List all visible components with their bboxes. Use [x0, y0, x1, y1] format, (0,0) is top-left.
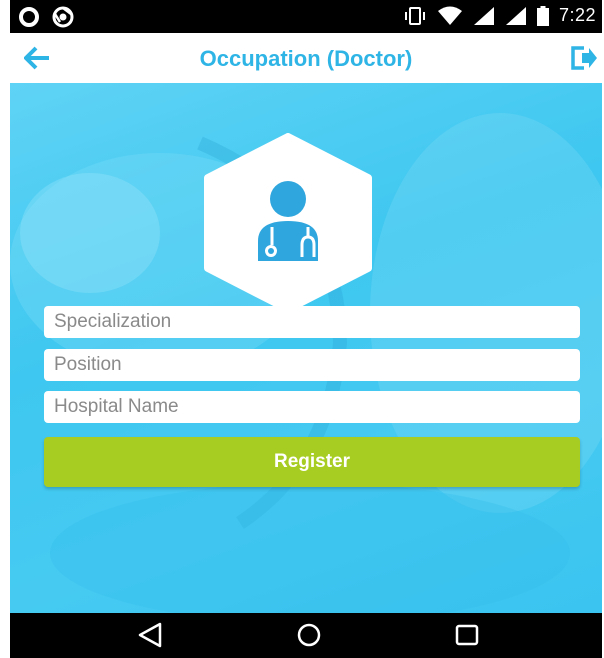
- chrome-icon: [52, 6, 74, 28]
- battery-icon: [536, 5, 549, 26]
- position-input[interactable]: [44, 349, 580, 381]
- navigation-bar: [10, 613, 602, 658]
- app-bar: Occupation (Doctor): [10, 33, 602, 83]
- doctor-badge: [204, 133, 372, 313]
- status-bar: 7:22: [10, 0, 602, 33]
- signal-icon: [473, 6, 494, 25]
- notification-ring-icon: [19, 7, 39, 27]
- logout-icon: [571, 46, 597, 70]
- specialization-input[interactable]: [44, 306, 580, 338]
- vibrate-icon: [404, 6, 425, 25]
- logout-button[interactable]: [570, 45, 598, 71]
- signal-icon-2: [505, 6, 526, 25]
- nav-recents-button[interactable]: [452, 621, 482, 649]
- recents-square-icon: [455, 624, 479, 646]
- back-triangle-icon: [138, 622, 162, 648]
- status-time: 7:22: [558, 5, 596, 25]
- status-right-icons: 7:22: [403, 5, 596, 26]
- register-button[interactable]: Register: [44, 437, 580, 487]
- home-circle-icon: [297, 623, 321, 647]
- nav-home-button[interactable]: [294, 621, 324, 649]
- phone-screen: 7:22 Occupation (Doctor) Specialization …: [10, 0, 602, 658]
- main-content: Register: [10, 83, 602, 613]
- hospital-name-input[interactable]: [44, 391, 580, 423]
- page-title: Occupation (Doctor): [199, 46, 413, 71]
- nav-back-button[interactable]: [136, 621, 166, 649]
- status-left-icons: [18, 6, 74, 28]
- wifi-icon: [437, 6, 462, 25]
